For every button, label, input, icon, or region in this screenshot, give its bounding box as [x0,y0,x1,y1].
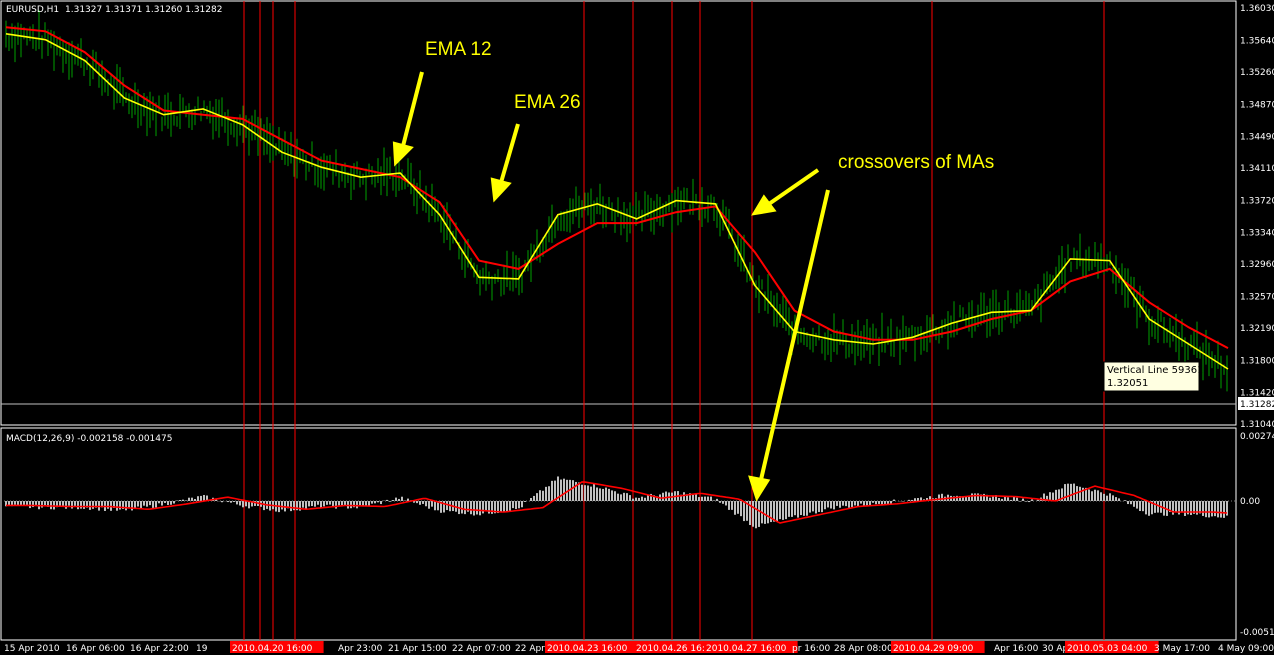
macd-histogram [5,476,1228,529]
ema-26-line [5,26,1229,349]
time-tick: 2010.04.23 16:00 [547,644,628,654]
price-tick: 1.31420 [1240,388,1274,398]
price-tick: 1.33720 [1240,197,1274,207]
ema26-annotation: EMA 26 [514,92,581,113]
arrowhead-crossover-top [751,194,777,216]
macd-header: MACD(12,26,9) -0.002158 -0.001475 [6,434,172,444]
ema-12-line [5,33,1229,370]
arrowhead-crossover-bottom [748,475,771,502]
price-tick: 1.33340 [1240,228,1274,238]
price-tick: 1.32570 [1240,292,1274,302]
crossovers-annotation: crossovers of MAs [838,152,994,173]
price-tick: 1.31040 [1240,420,1274,430]
time-tick: 16 Apr 06:00 [66,644,125,654]
time-tick: Apr 16:00 [994,644,1039,654]
time-axis: 15 Apr 2010 16 Apr 06:00 16 Apr 22:00 19 201… [4,641,1274,654]
symbol-header: EURUSD,H1 1.31327 1.31371 1.31260 1.3128… [6,5,222,15]
time-tick: 2010.05.03 04:00 [1067,644,1148,654]
price-tick: 1.32960 [1240,260,1274,270]
price-tick: 1.31800 [1240,357,1274,367]
macd-chart-frame [0,427,1237,641]
price-chart[interactable]: EURUSD,H1 1.31327 1.31371 1.31260 1.3128… [0,0,1274,655]
price-bars [5,10,1228,392]
arrow-ema26 [498,123,520,187]
tooltip-value: 1.32051 [1107,378,1148,389]
time-tick: 19 [196,644,208,654]
arrow-ema12 [400,71,424,151]
price-tick: 1.36030 [1240,4,1274,14]
vertical-line-tooltip: Vertical Line 59361 1.32051 [1103,361,1203,392]
ema12-annotation: EMA 12 [425,39,492,60]
price-tick: 1.34110 [1240,164,1274,174]
time-tick: pr 16:00 [792,644,830,654]
price-tick: 1.32190 [1240,324,1274,334]
time-tick: 22 Apr 07:00 [452,644,511,654]
time-tick: 15 Apr 2010 [4,644,60,654]
time-tick: 3 May 17:00 [1154,644,1210,654]
time-tick: 2010.04.20 16:00 [232,644,313,654]
price-tick: 1.35640 [1240,37,1274,47]
arrowhead-ema26 [490,177,512,203]
time-tick: 4 May 09:00 [1218,644,1274,654]
current-price-label: 1.31282 [1240,400,1274,410]
macd-axis-bottom: -0.00514 [1240,628,1274,638]
time-tick: 22 Apr [515,644,545,654]
time-tick: 21 Apr 15:00 [388,644,447,654]
time-tick: 2010.04.29 09:00 [893,644,974,654]
time-tick: 28 Apr 08:00 [834,644,893,654]
arrow-crossover-top [764,168,820,208]
price-tick: 1.34490 [1240,132,1274,142]
time-tick: Apr 23:00 [338,644,383,654]
macd-axis-zero: 0.00 [1240,497,1260,507]
macd-signal-line [6,481,1228,524]
annotation-arrows [392,71,830,502]
time-tick: 2010.04.27 16:00 [706,644,787,654]
price-axis: 1.36030 1.35640 1.35260 1.34870 1.34490 1.341… [1240,4,1274,430]
price-tick: 1.35260 [1240,68,1274,78]
macd-axis-top: 0.00274 [1240,432,1274,442]
tooltip-title: Vertical Line 59361 [1107,365,1203,376]
price-tick: 1.34870 [1240,101,1274,111]
time-tick: 16 Apr 22:00 [130,644,189,654]
